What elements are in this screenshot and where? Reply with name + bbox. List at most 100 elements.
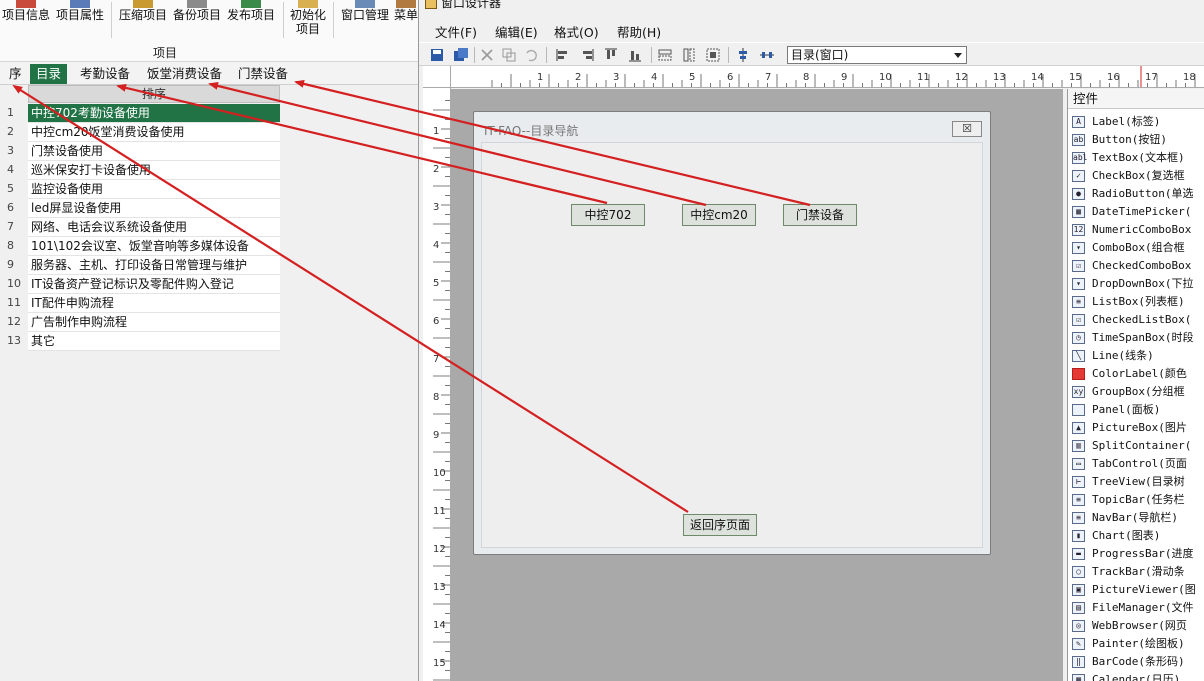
undo-icon[interactable]: [523, 47, 539, 63]
control-item[interactable]: ▦ Calendar(日历): [1072, 671, 1180, 681]
menu-help[interactable]: 帮助(H): [617, 22, 661, 41]
control-item[interactable]: Panel(面板): [1072, 401, 1160, 419]
table-row[interactable]: 6 led屏显设备使用: [0, 199, 280, 218]
control-item[interactable]: ColorLabel(颜色: [1072, 365, 1187, 383]
control-item[interactable]: ▬ ProgressBar(进度: [1072, 545, 1193, 563]
initialize-project-button[interactable]: 初始化 项目: [290, 0, 326, 36]
align-right-icon[interactable]: [579, 47, 595, 63]
tab-catalog[interactable]: 目录: [30, 64, 68, 84]
row-cell[interactable]: 广告制作申购流程: [28, 313, 280, 332]
align-top-icon[interactable]: [603, 47, 619, 63]
publish-project-button[interactable]: 发布项目: [227, 0, 275, 22]
table-row[interactable]: 11 IT配件申购流程: [0, 294, 280, 313]
control-item[interactable]: ≡ TopicBar(任务栏: [1072, 491, 1185, 509]
control-item[interactable]: A Label(标签): [1072, 113, 1160, 131]
table-row[interactable]: 8 101\102会议室、饭堂音响等多媒体设备: [0, 237, 280, 256]
save-icon[interactable]: [429, 47, 445, 63]
row-cell[interactable]: 中控cm20饭堂消费设备使用: [28, 123, 280, 142]
row-cell[interactable]: IT设备资产登记标识及零配件购入登记: [28, 275, 280, 294]
control-item[interactable]: ☑ CheckedListBox(: [1072, 311, 1191, 329]
control-item[interactable]: ▾ DropDownBox(下拉: [1072, 275, 1193, 293]
row-cell[interactable]: 101\102会议室、饭堂音响等多媒体设备: [28, 237, 280, 256]
column-header-sort[interactable]: 排序: [28, 85, 280, 103]
save-all-icon[interactable]: [453, 47, 469, 63]
same-size-icon[interactable]: [705, 47, 721, 63]
center-vertical-icon[interactable]: [735, 47, 751, 63]
control-item[interactable]: ▤ FileManager(文件: [1072, 599, 1193, 617]
table-row[interactable]: 10 IT设备资产登记标识及零配件购入登记: [0, 275, 280, 294]
control-item[interactable]: ▥ SplitContainer(: [1072, 437, 1191, 455]
menu-edit[interactable]: 编辑(E): [495, 22, 538, 41]
control-item[interactable]: ◷ TimeSpanBox(时段: [1072, 329, 1193, 347]
table-row[interactable]: 2 中控cm20饭堂消费设备使用: [0, 123, 280, 142]
control-item[interactable]: ○ TrackBar(滑动条: [1072, 563, 1185, 581]
backup-project-button[interactable]: 备份项目: [173, 0, 221, 22]
project-info-button[interactable]: 项目信息: [2, 0, 50, 22]
window-manager-button[interactable]: 窗口管理: [341, 0, 389, 22]
control-item[interactable]: abl TextBox(文本框): [1072, 149, 1185, 167]
row-cell[interactable]: IT配件申购流程: [28, 294, 280, 313]
control-item[interactable]: ✓ CheckBox(复选框: [1072, 167, 1185, 185]
control-item[interactable]: ▲ PictureBox(图片: [1072, 419, 1187, 437]
menu-button[interactable]: 菜单: [394, 0, 418, 22]
control-item[interactable]: ⊢ TreeView(目录树: [1072, 473, 1185, 491]
control-item[interactable]: ╲ Line(线条): [1072, 347, 1154, 365]
control-label: TextBox(文本框): [1092, 151, 1185, 164]
control-item[interactable]: ▮ Chart(图表): [1072, 527, 1160, 545]
tab-access-control-device[interactable]: 门禁设备: [236, 64, 290, 84]
tab-order[interactable]: 序: [7, 64, 24, 84]
menu-format[interactable]: 格式(O): [554, 22, 599, 41]
row-cell[interactable]: 中控702考勤设备使用: [28, 104, 280, 123]
menu-file[interactable]: 文件(F): [435, 22, 477, 41]
control-item[interactable]: ▦ DateTimePicker(: [1072, 203, 1191, 221]
control-item[interactable]: xy GroupBox(分组框: [1072, 383, 1185, 401]
control-item[interactable]: ≡ NavBar(导航栏): [1072, 509, 1178, 527]
row-cell[interactable]: 门禁设备使用: [28, 142, 280, 161]
compress-project-button[interactable]: 压缩项目: [119, 0, 167, 22]
project-properties-button[interactable]: 项目属性: [56, 0, 104, 22]
chevron-down-icon[interactable]: [954, 53, 962, 58]
align-left-icon[interactable]: [555, 47, 571, 63]
row-cell[interactable]: 监控设备使用: [28, 180, 280, 199]
table-row[interactable]: 9 服务器、主机、打印设备日常管理与维护: [0, 256, 280, 275]
cut-icon[interactable]: [479, 47, 495, 63]
table-row[interactable]: 12 广告制作申购流程: [0, 313, 280, 332]
control-item[interactable]: ▭ TabControl(页面: [1072, 455, 1187, 473]
control-item[interactable]: ◎ WebBrowser(网页: [1072, 617, 1187, 635]
control-item[interactable]: ‖ BarCode(条形码): [1072, 653, 1185, 671]
tab-canteen-device[interactable]: 饭堂消费设备: [145, 64, 224, 84]
return-order-page-button[interactable]: 返回序页面: [683, 514, 757, 536]
table-row[interactable]: 3 门禁设备使用: [0, 142, 280, 161]
window-select-combo[interactable]: 目录(窗口): [787, 46, 967, 64]
zkcm20-button[interactable]: 中控cm20: [682, 204, 756, 226]
center-horizontal-icon[interactable]: [759, 47, 775, 63]
copy-icon[interactable]: [501, 47, 517, 63]
designed-form[interactable]: IT-FAQ--目录导航 ☒ 中控702 中控cm20 门禁设备 返回序页面: [473, 111, 991, 555]
table-row[interactable]: 5 监控设备使用: [0, 180, 280, 199]
same-height-icon[interactable]: [681, 47, 697, 63]
control-item[interactable]: 12 NumericComboBox: [1072, 221, 1191, 239]
control-item[interactable]: ● RadioButton(单选: [1072, 185, 1193, 203]
control-item[interactable]: ✎ Painter(绘图板): [1072, 635, 1185, 653]
table-row[interactable]: 1 中控702考勤设备使用: [0, 104, 280, 123]
control-item[interactable]: ab Button(按钮): [1072, 131, 1167, 149]
row-cell[interactable]: 网络、电话会议系统设备使用: [28, 218, 280, 237]
control-item[interactable]: ▾ ComboBox(组合框: [1072, 239, 1185, 257]
table-row[interactable]: 4 巡米保安打卡设备使用: [0, 161, 280, 180]
row-cell[interactable]: 其它: [28, 332, 280, 351]
control-item[interactable]: ≡ ListBox(列表框): [1072, 293, 1185, 311]
control-item[interactable]: ☑ CheckedComboBox: [1072, 257, 1191, 275]
zk702-button[interactable]: 中控702: [571, 204, 645, 226]
close-icon[interactable]: ☒: [952, 121, 982, 137]
align-bottom-icon[interactable]: [627, 47, 643, 63]
row-cell[interactable]: led屏显设备使用: [28, 199, 280, 218]
row-cell[interactable]: 服务器、主机、打印设备日常管理与维护: [28, 256, 280, 275]
same-width-icon[interactable]: [657, 47, 673, 63]
table-row[interactable]: 13 其它: [0, 332, 280, 351]
table-row[interactable]: 7 网络、电话会议系统设备使用: [0, 218, 280, 237]
row-cell[interactable]: 巡米保安打卡设备使用: [28, 161, 280, 180]
control-item[interactable]: ▣ PictureViewer(图: [1072, 581, 1196, 599]
ribbon-separator: [333, 2, 334, 38]
tab-attendance-device[interactable]: 考勤设备: [78, 64, 132, 84]
access-control-button[interactable]: 门禁设备: [783, 204, 857, 226]
